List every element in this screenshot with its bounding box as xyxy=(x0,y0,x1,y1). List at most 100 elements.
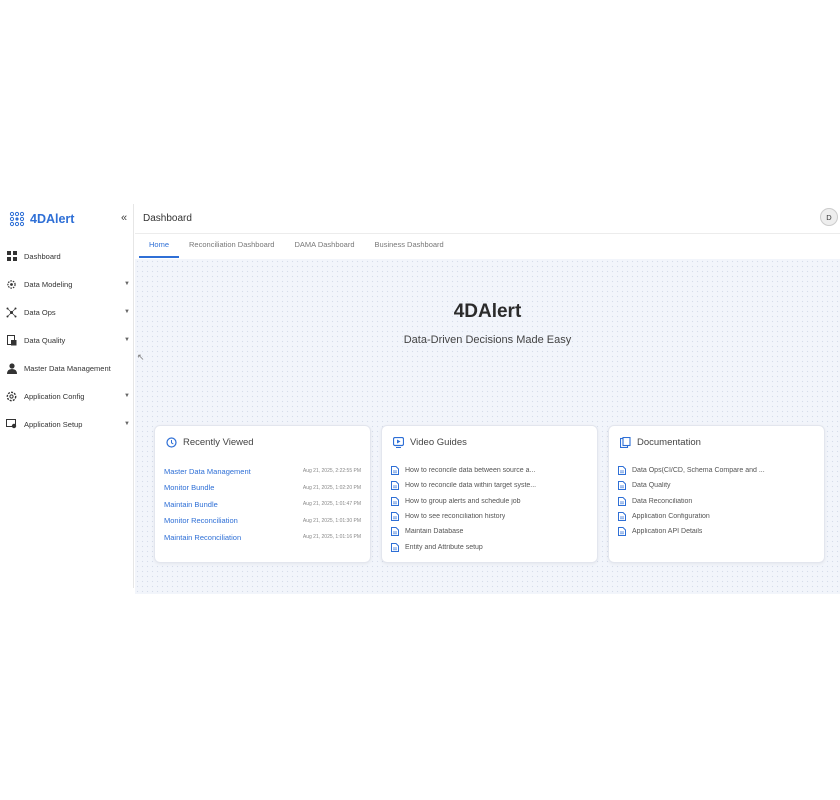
list-item[interactable]: Data Quality xyxy=(618,478,815,493)
sidebar-item-label: Application Config xyxy=(24,391,85,401)
tab-bar: Home Reconciliation Dashboard DAMA Dashb… xyxy=(139,236,454,258)
setup-icon xyxy=(6,419,17,430)
video-icon xyxy=(393,437,404,448)
file-icon xyxy=(391,527,399,537)
card-title: Documentation xyxy=(637,437,701,448)
list-item[interactable]: How to group alerts and schedule job xyxy=(391,494,588,509)
sidebar-item-data-quality[interactable]: Data Quality ▼ xyxy=(0,326,134,354)
file-icon xyxy=(618,527,626,537)
list-item[interactable]: How to see reconciliation history xyxy=(391,509,588,524)
card-title: Video Guides xyxy=(410,437,467,448)
documentation-link: Data Quality xyxy=(632,482,671,490)
sidebar-item-application-setup[interactable]: Application Setup ▼ xyxy=(0,410,134,438)
sidebar-item-label: Application Setup xyxy=(24,419,83,429)
documentation-card: Documentation Data Ops(CI/CD, Schema Com… xyxy=(608,425,825,563)
settings-icon xyxy=(6,391,17,402)
sidebar-item-application-config[interactable]: Application Config ▼ xyxy=(0,382,134,410)
network-icon xyxy=(6,307,17,318)
recent-link[interactable]: Maintain Reconciliation xyxy=(164,533,241,542)
brand-name: 4DAlert xyxy=(30,212,75,226)
card-header: Video Guides xyxy=(393,437,467,448)
recent-link[interactable]: Maintain Bundle xyxy=(164,500,218,509)
file-icon xyxy=(391,481,399,491)
file-icon xyxy=(391,542,399,552)
video-guide-link: Entity and Attribute setup xyxy=(405,543,483,551)
mouse-cursor-icon: ↖ xyxy=(137,352,145,362)
file-icon xyxy=(618,496,626,506)
sidebar-item-label: Data Modeling xyxy=(24,279,73,289)
video-guide-link: How to group alerts and schedule job xyxy=(405,497,521,505)
tab-reconciliation-dashboard[interactable]: Reconciliation Dashboard xyxy=(179,236,284,258)
chevron-down-icon: ▼ xyxy=(124,421,130,427)
hero-subtitle: Data-Driven Decisions Made Easy xyxy=(403,334,572,346)
main-area: Dashboard D Home Reconciliation Dashboar… xyxy=(135,204,840,594)
page-title: Dashboard xyxy=(143,213,192,224)
documentation-link: Application API Details xyxy=(632,528,703,536)
document-check-icon xyxy=(6,334,17,346)
sidebar-item-label: Dashboard xyxy=(24,251,61,261)
chevron-down-icon: ▼ xyxy=(124,281,130,287)
video-guides-card: Video Guides How to reconcile data betwe… xyxy=(381,425,598,563)
list-item: Master Data Management Aug 21, 2025, 2:2… xyxy=(164,463,361,480)
recent-link[interactable]: Master Data Management xyxy=(164,467,251,476)
sidebar-item-data-modeling[interactable]: Data Modeling ▼ xyxy=(0,270,134,298)
video-guide-link: How to reconcile data between source a..… xyxy=(405,467,536,475)
list-item: Maintain Reconciliation Aug 21, 2025, 1:… xyxy=(164,529,361,546)
list-item[interactable]: How to reconcile data between source a..… xyxy=(391,463,588,478)
logo-icon xyxy=(9,211,25,227)
card-header: Recently Viewed xyxy=(166,437,254,448)
file-icon xyxy=(391,496,399,506)
list-item[interactable]: Data Ops(CI/CD, Schema Compare and ... xyxy=(618,463,815,478)
recent-timestamp: Aug 21, 2025, 2:22:55 PM xyxy=(302,468,361,475)
collapse-sidebar-button[interactable]: « xyxy=(121,212,127,224)
recent-timestamp: Aug 21, 2025, 1:01:16 PM xyxy=(302,534,361,541)
chevron-down-icon: ▼ xyxy=(124,309,130,315)
card-header: Documentation xyxy=(620,437,701,448)
video-guide-link: Maintain Database xyxy=(405,528,464,536)
video-guide-link: How to reconcile data within target syst… xyxy=(405,482,537,490)
recently-viewed-card: Recently Viewed Master Data Management A… xyxy=(154,425,371,563)
documentation-link: Data Reconciliation xyxy=(632,497,693,505)
file-icon xyxy=(618,512,626,522)
video-guides-list: How to reconcile data between source a..… xyxy=(391,463,588,555)
list-item: Monitor Reconciliation Aug 21, 2025, 1:0… xyxy=(164,513,361,530)
sidebar-item-master-data-management[interactable]: Master Data Management xyxy=(0,354,134,382)
card-title: Recently Viewed xyxy=(183,437,254,448)
list-item[interactable]: Data Reconciliation xyxy=(618,494,815,509)
list-item[interactable]: Entity and Attribute setup xyxy=(391,539,588,554)
recent-timestamp: Aug 21, 2025, 1:01:47 PM xyxy=(302,501,361,508)
documentation-link: Data Ops(CI/CD, Schema Compare and ... xyxy=(632,467,765,475)
dashboard-content: 4DAlert Data-Driven Decisions Made Easy … xyxy=(135,259,840,594)
recent-link[interactable]: Monitor Bundle xyxy=(164,483,214,492)
user-icon xyxy=(6,362,17,374)
tab-home[interactable]: Home xyxy=(139,236,180,258)
chevron-down-icon: ▼ xyxy=(124,393,130,399)
list-item[interactable]: How to reconcile data within target syst… xyxy=(391,478,588,493)
recent-timestamp: Aug 21, 2025, 1:01:30 PM xyxy=(302,517,361,524)
file-icon xyxy=(391,512,399,522)
file-icon xyxy=(618,466,626,476)
file-icon xyxy=(618,481,626,491)
sidebar-item-data-ops[interactable]: Data Ops ▼ xyxy=(0,298,134,326)
recent-link[interactable]: Monitor Reconciliation xyxy=(164,516,238,525)
grid-icon xyxy=(6,251,17,262)
sidebar-nav: Dashboard Data Modeling ▼ Data Ops ▼ Dat… xyxy=(0,242,134,438)
sidebar-item-dashboard[interactable]: Dashboard xyxy=(0,242,134,270)
book-icon xyxy=(620,437,631,448)
list-item[interactable]: Application Configuration xyxy=(618,509,815,524)
recently-viewed-list: Master Data Management Aug 21, 2025, 2:2… xyxy=(164,463,361,546)
sidebar-item-label: Data Quality xyxy=(24,335,66,345)
list-item[interactable]: Application API Details xyxy=(618,524,815,539)
documentation-list: Data Ops(CI/CD, Schema Compare and ... D… xyxy=(618,463,815,539)
sidebar-item-label: Master Data Management xyxy=(24,363,111,373)
topbar: Dashboard D xyxy=(135,204,840,234)
tab-dama-dashboard[interactable]: DAMA Dashboard xyxy=(284,236,364,258)
sidebar-item-label: Data Ops xyxy=(24,307,56,317)
tab-business-dashboard[interactable]: Business Dashboard xyxy=(365,236,454,258)
documentation-link: Application Configuration xyxy=(632,513,710,521)
avatar[interactable]: D xyxy=(820,208,838,226)
history-icon xyxy=(166,437,177,448)
brand[interactable]: 4DAlert xyxy=(8,208,74,230)
list-item[interactable]: Maintain Database xyxy=(391,524,588,539)
list-item: Monitor Bundle Aug 21, 2025, 1:02:20 PM xyxy=(164,480,361,497)
